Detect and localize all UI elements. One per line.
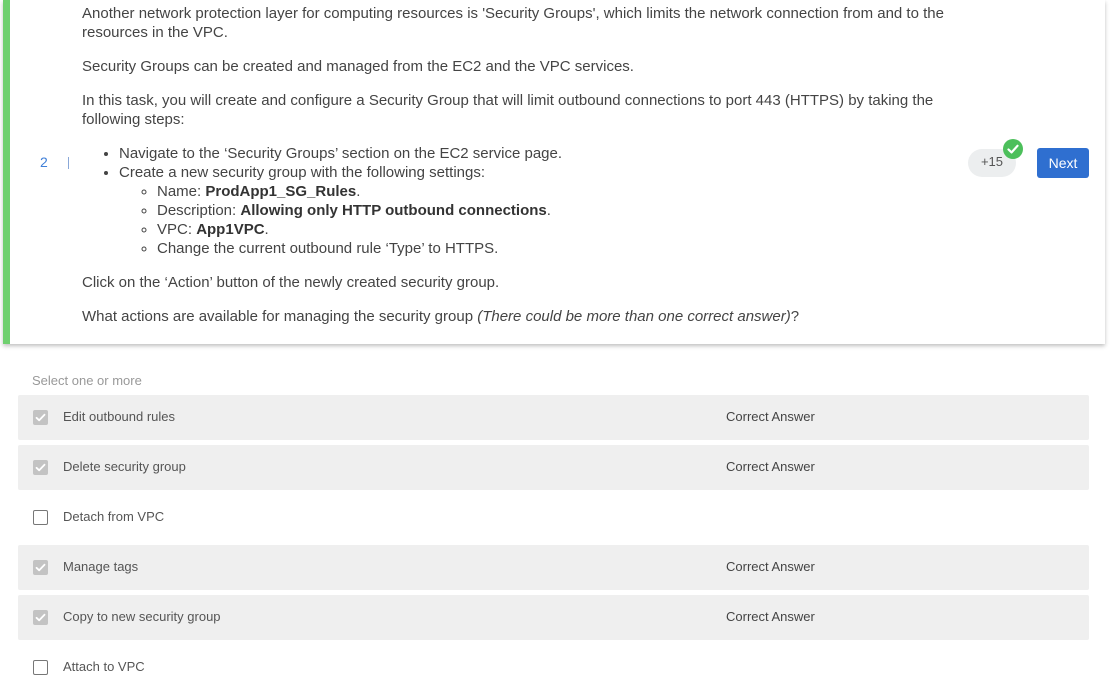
answer-option[interactable]: Delete security group Correct Answer	[18, 445, 1089, 490]
checkbox-empty-icon[interactable]	[33, 660, 48, 675]
answer-option[interactable]: Detach from VPC	[18, 495, 1089, 540]
option-label: Manage tags	[63, 559, 139, 574]
prompt-end: ?	[790, 308, 800, 325]
task-paragraph: In this task, you will create and config…	[82, 92, 934, 128]
setting-rule: Change the current outbound rule ‘Type’ …	[157, 239, 962, 258]
checkbox-empty-icon[interactable]	[33, 510, 48, 525]
checkbox-checked-icon[interactable]	[33, 560, 48, 575]
setting-name: Name: ProdApp1_SG_Rules.	[157, 182, 962, 201]
step-item: Create a new security group with the fol…	[119, 163, 962, 258]
answer-options: Edit outbound rules Correct Answer Delet…	[18, 395, 1089, 695]
checkbox-checked-icon[interactable]	[33, 410, 48, 425]
option-label: Delete security group	[63, 459, 186, 474]
step-divider	[68, 157, 69, 169]
next-button[interactable]: Next	[1037, 148, 1089, 178]
option-label: Copy to new security group	[63, 609, 221, 624]
question-body: Another network protection layer for com…	[82, 4, 962, 341]
action-paragraph: Click on the ‘Action’ button of the newl…	[82, 274, 500, 291]
services-paragraph: Security Groups can be created and manag…	[82, 58, 634, 75]
setting-label: Description:	[157, 202, 241, 219]
correct-answer-tag: Correct Answer	[726, 459, 815, 474]
correct-answer-tag: Correct Answer	[726, 409, 815, 424]
step-number: 2	[40, 154, 48, 170]
setting-label: Name:	[157, 183, 206, 200]
checkbox-checked-icon[interactable]	[33, 610, 48, 625]
setting-value: App1VPC	[196, 221, 265, 238]
punctuation: .	[264, 221, 269, 238]
answer-option[interactable]: Manage tags Correct Answer	[18, 545, 1089, 590]
question-prompt: What actions are available for managing …	[82, 307, 962, 326]
correct-answer-tag: Correct Answer	[726, 609, 815, 624]
option-label: Attach to VPC	[63, 659, 145, 674]
setting-description: Description: Allowing only HTTP outbound…	[157, 201, 962, 220]
option-label: Edit outbound rules	[63, 409, 176, 424]
setting-label: VPC:	[157, 221, 197, 238]
punctuation: .	[546, 202, 551, 219]
setting-value: ProdApp1_SG_Rules	[205, 183, 357, 200]
correct-answer-tag: Correct Answer	[726, 559, 815, 574]
option-label: Detach from VPC	[63, 509, 165, 524]
settings-list: Name: ProdApp1_SG_Rules. Description: Al…	[119, 182, 962, 258]
setting-vpc: VPC: App1VPC.	[157, 220, 962, 239]
answer-option[interactable]: Copy to new security group Correct Answe…	[18, 595, 1089, 640]
prompt-note: (There could be more than one correct an…	[477, 308, 791, 325]
step-item: Navigate to the ‘Security Groups’ sectio…	[119, 144, 962, 163]
step-text: Create a new security group with the fol…	[119, 164, 486, 181]
check-circle-icon	[1003, 139, 1023, 159]
question-card: 2 Another network protection layer for c…	[3, 0, 1105, 344]
prompt-text: What actions are available for managing …	[82, 308, 478, 325]
checkbox-checked-icon[interactable]	[33, 460, 48, 475]
answer-option[interactable]: Attach to VPC	[18, 645, 1089, 690]
answer-option[interactable]: Edit outbound rules Correct Answer	[18, 395, 1089, 440]
setting-value: Allowing only HTTP outbound connections	[240, 202, 547, 219]
steps-list: Navigate to the ‘Security Groups’ sectio…	[82, 144, 962, 258]
punctuation: .	[356, 183, 361, 200]
select-hint: Select one or more	[32, 373, 142, 388]
intro-paragraph: Another network protection layer for com…	[82, 5, 944, 41]
